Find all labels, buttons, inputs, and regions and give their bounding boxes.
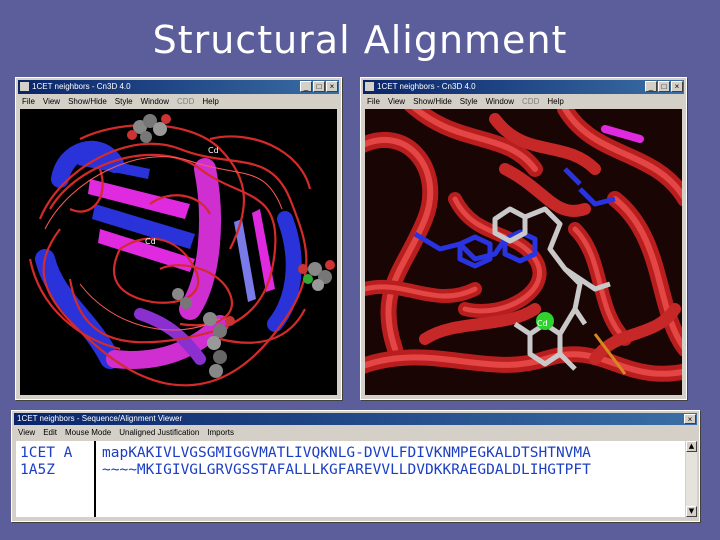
menu-unaligned-justification[interactable]: Unaligned Justification xyxy=(119,428,199,437)
sequence-viewer-window: 1CET neighbors - Sequence/Alignment View… xyxy=(11,410,700,522)
window-title: 1CET neighbors - Sequence/Alignment View… xyxy=(17,414,183,423)
menu-view[interactable]: View xyxy=(43,97,60,106)
menu-file[interactable]: File xyxy=(367,97,380,106)
name-divider xyxy=(94,441,96,517)
menu-imports[interactable]: Imports xyxy=(207,428,234,437)
structure-viewport[interactable]: Cd Cd xyxy=(20,109,337,395)
menu-cdd[interactable]: CDD xyxy=(177,97,194,106)
menu-cdd[interactable]: CDD xyxy=(522,97,539,106)
structure-viewport-zoomed[interactable]: Cd xyxy=(365,109,682,395)
menu-style[interactable]: Style xyxy=(115,97,133,106)
close-button[interactable]: × xyxy=(684,414,696,424)
minimize-button[interactable]: _ xyxy=(300,81,312,92)
alignment-panel[interactable]: 1CET A mapKAKIVLVGSGMIGGVMATLIVQKNLG-DVV… xyxy=(16,441,685,517)
menu-mouse-mode[interactable]: Mouse Mode xyxy=(65,428,111,437)
menu-file[interactable]: File xyxy=(22,97,35,106)
scroll-down-arrow-icon[interactable]: ▼ xyxy=(686,506,697,517)
sequence-residues[interactable]: mapKAKIVLVGSGMIGGVMATLIVQKNLG-DVVLFDIVKN… xyxy=(102,445,591,462)
titlebar[interactable]: 1CET neighbors - Cn3D 4.0 _ □ × xyxy=(18,80,339,94)
close-button[interactable]: × xyxy=(671,81,683,92)
minimize-button[interactable]: _ xyxy=(645,81,657,92)
sequence-name[interactable]: 1A5Z xyxy=(20,462,55,479)
window-title: 1CET neighbors - Cn3D 4.0 xyxy=(377,82,476,91)
menu-style[interactable]: Style xyxy=(460,97,478,106)
sequence-residues[interactable]: ~~~~MKIGIVGLGRVGSSTAFALLLKGFAREVVLLDVDKK… xyxy=(102,462,591,479)
menu-show-hide[interactable]: Show/Hide xyxy=(68,97,107,106)
menubar: View Edit Mouse Mode Unaligned Justificatio… xyxy=(14,426,697,439)
menu-edit[interactable]: Edit xyxy=(43,428,57,437)
slide-title: Structural Alignment xyxy=(152,18,568,62)
menu-help[interactable]: Help xyxy=(202,97,218,106)
close-button[interactable]: × xyxy=(326,81,338,92)
menu-view[interactable]: View xyxy=(388,97,405,106)
vertical-scrollbar[interactable]: ▲ ▼ xyxy=(686,441,697,517)
app-icon xyxy=(20,82,29,91)
titlebar[interactable]: 1CET neighbors - Sequence/Alignment View… xyxy=(14,413,697,425)
protein-ribbon-render: Cd Cd xyxy=(20,109,337,395)
active-site-render: Cd xyxy=(365,109,682,395)
maximize-button[interactable]: □ xyxy=(313,81,325,92)
app-icon xyxy=(365,82,374,91)
cd-label-mid: Cd xyxy=(145,237,156,246)
titlebar[interactable]: 1CET neighbors - Cn3D 4.0 _ □ × xyxy=(363,80,684,94)
menu-window[interactable]: Window xyxy=(141,97,169,106)
scroll-up-arrow-icon[interactable]: ▲ xyxy=(686,441,697,452)
sequence-name[interactable]: 1CET A xyxy=(20,445,72,462)
cd-label-top: Cd xyxy=(208,146,219,155)
menu-help[interactable]: Help xyxy=(547,97,563,106)
cn3d-window-left: 1CET neighbors - Cn3D 4.0 _ □ × File View… xyxy=(15,77,342,400)
window-title: 1CET neighbors - Cn3D 4.0 xyxy=(32,82,131,91)
menu-window[interactable]: Window xyxy=(486,97,514,106)
menubar: File View Show/Hide Style Window CDD Help xyxy=(363,95,684,108)
maximize-button[interactable]: □ xyxy=(658,81,670,92)
cd-label: Cd xyxy=(537,319,548,328)
menubar: File View Show/Hide Style Window CDD Help xyxy=(18,95,339,108)
menu-show-hide[interactable]: Show/Hide xyxy=(413,97,452,106)
menu-view[interactable]: View xyxy=(18,428,35,437)
cn3d-window-right: 1CET neighbors - Cn3D 4.0 _ □ × File View… xyxy=(360,77,687,400)
